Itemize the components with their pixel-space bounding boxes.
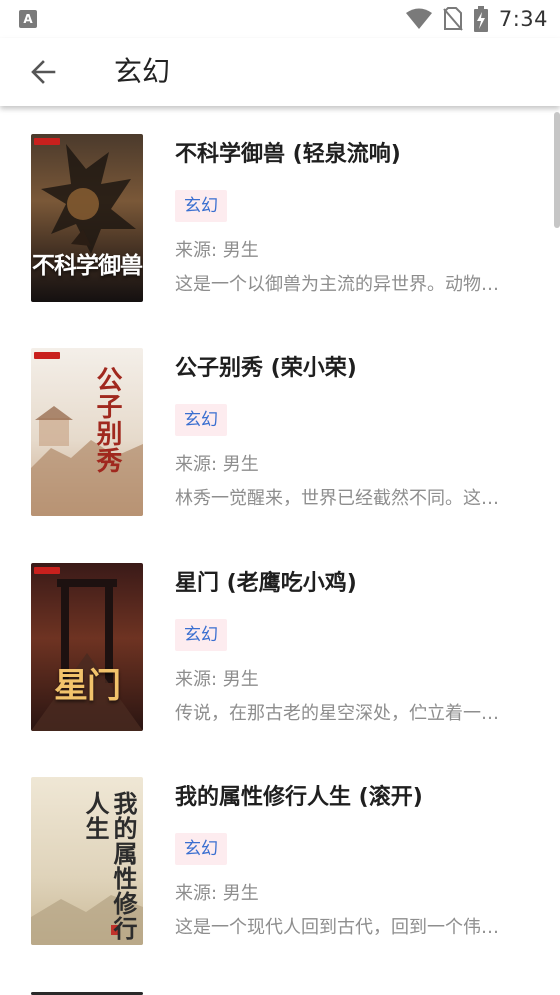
battery-charging-icon (473, 6, 488, 32)
genre-tag[interactable]: 玄幻 (175, 404, 227, 436)
wifi-icon (405, 8, 432, 29)
book-cover: 星门 (31, 563, 143, 731)
cover-title: 星门 (54, 666, 121, 706)
book-intro: 林秀一觉醒来，世界已经截然不同。这里是一个觉醒者的世界…… (175, 488, 513, 509)
book-title[interactable]: 不科学御兽 (轻泉流响) (175, 140, 401, 170)
app-bar: 玄幻 (0, 38, 560, 106)
arrow-left-icon (31, 60, 56, 84)
book-source: 来源: 男生 (175, 669, 259, 690)
book-cover: 不科学御兽 (31, 134, 143, 302)
app-notification-icon: A (19, 10, 37, 28)
book-intro: 这是一个以御兽为主流的异世界。动物、植物、甚至是元素都能成为御兽师的伙伴…… (175, 274, 513, 295)
book-title[interactable]: 我的属性修行人生 (滚开) (175, 783, 423, 813)
cover-title: 公子别秀 (92, 366, 122, 474)
book-source: 来源: 男生 (175, 883, 259, 904)
book-list: 不科学御兽 不科学御兽 (轻泉流响) 玄幻 来源: 男生 这是一个以御兽为主流的… (0, 106, 560, 995)
palace-illustration (31, 406, 143, 516)
book-title[interactable]: 星门 (老鹰吃小鸡) (175, 569, 357, 599)
book-cover: 我的属性修行人生 (31, 777, 143, 945)
list-item[interactable]: 我的属性修行人生 我的属性修行人生 (滚开) 玄幻 来源: 男生 这是一个现代人… (0, 749, 560, 949)
status-icons: 7:34 (405, 6, 548, 32)
list-item[interactable]: 公子别秀 公子别秀 (荣小荣) 玄幻 来源: 男生 林秀一觉醒来，世界已经截然不… (0, 320, 560, 520)
book-intro: 这是一个现代人回到古代，回到一个伟力归于自身的世界…… (175, 917, 513, 938)
genre-tag[interactable]: 玄幻 (175, 833, 227, 865)
book-source: 来源: 男生 (175, 454, 259, 475)
scrollbar[interactable] (554, 112, 560, 228)
book-cover: 公子别秀 (31, 348, 143, 516)
no-sim-icon (443, 7, 463, 31)
genre-tag[interactable]: 玄幻 (175, 619, 227, 651)
page-title: 玄幻 (114, 55, 171, 88)
cover-title: 我的属性修行人生 (81, 791, 137, 941)
book-intro: 传说，在那古老的星空深处，伫立着一道血与火侵染的红色之门…… (175, 703, 513, 724)
list-item[interactable]: 星门 星门 (老鹰吃小鸡) 玄幻 来源: 男生 传说，在那古老的星空深处，伫立着… (0, 535, 560, 735)
clock: 7:34 (498, 7, 548, 31)
back-button[interactable] (22, 50, 66, 94)
book-title[interactable]: 公子别秀 (荣小荣) (175, 354, 357, 384)
book-source: 来源: 男生 (175, 240, 259, 261)
list-item[interactable]: 不科学御兽 不科学御兽 (轻泉流响) 玄幻 来源: 男生 这是一个以御兽为主流的… (0, 106, 560, 306)
status-bar: A 7:34 (0, 0, 560, 38)
cover-title: 不科学御兽 (32, 253, 143, 279)
genre-tag[interactable]: 玄幻 (175, 190, 227, 222)
